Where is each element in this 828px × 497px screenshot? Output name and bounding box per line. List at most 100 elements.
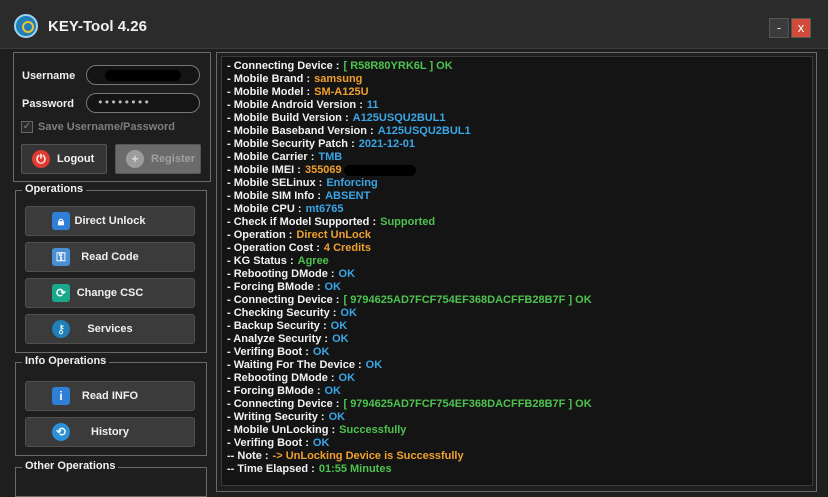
log-line: - Verifing Boot : OK <box>227 346 329 359</box>
username-label: Username <box>22 70 76 82</box>
log-label: - Analyze Security : <box>227 333 329 345</box>
log-label: - Mobile Build Version : <box>227 112 349 124</box>
log-line: - Operation Cost :4 Credits <box>227 242 371 255</box>
services-button[interactable]: ⚷ Services <box>25 314 195 344</box>
log-label: - Mobile Model : <box>227 86 311 98</box>
log-label: -- Note : <box>227 450 269 462</box>
log-value: A125USQU2BUL1 <box>352 112 446 124</box>
save-credentials-checkbox[interactable]: ✓ <box>21 121 33 133</box>
read-info-button[interactable]: i Read INFO <box>25 381 195 411</box>
power-icon: ⏻ <box>32 150 50 168</box>
log-value: [ R58R80YRK6L ] OK <box>343 60 453 72</box>
log-value: OK <box>338 268 356 280</box>
log-label: - Mobile SIM Info : <box>227 190 322 202</box>
logout-button[interactable]: ⏻ Logout <box>21 144 107 174</box>
log-line: - Mobile SIM Info : ABSENT <box>227 190 370 203</box>
log-line: - Mobile Android Version :11 <box>227 99 379 112</box>
log-line: - Rebooting DMode : OK <box>227 268 355 281</box>
services-label: Services <box>87 323 133 335</box>
log-value: 11 <box>366 99 379 111</box>
save-credentials-label: Save Username/Password <box>38 121 175 133</box>
other-operations-title: Other Operations <box>22 460 119 472</box>
operation-log[interactable]: - Connecting Device :[ R58R80YRK6L ] OK -… <box>221 56 813 486</box>
log-label: - Connecting Device : <box>227 398 340 410</box>
log-value: TMB <box>318 151 343 163</box>
log-line: - Mobile Security Patch :2021-12-01 <box>227 138 415 151</box>
log-line: - Forcing BMode : OK <box>227 385 341 398</box>
log-label: - Connecting Device : <box>227 294 340 306</box>
log-value: OK <box>324 281 342 293</box>
log-label: - Waiting For The Device : <box>227 359 362 371</box>
lock-icon: 🔒︎ <box>52 212 70 230</box>
log-line: - Mobile CPU : mt6765 <box>227 203 343 216</box>
log-value: samsung <box>314 73 363 85</box>
log-value: Agree <box>297 255 329 267</box>
log-line: -- Note : -> UnLocking Device is Successf… <box>227 450 464 463</box>
change-csc-button[interactable]: ⟳ Change CSC <box>25 278 195 308</box>
operations-title: Operations <box>22 183 87 195</box>
log-line: - Mobile Baseband Version : A125USQU2BUL1 <box>227 125 471 138</box>
log-label: - Check if Model Supported : <box>227 216 377 228</box>
log-value: OK <box>328 411 346 423</box>
log-label: - Forcing BMode : <box>227 385 321 397</box>
log-label: - Mobile CPU : <box>227 203 302 215</box>
history-label: History <box>91 426 129 438</box>
log-value: OK <box>332 333 349 345</box>
log-label: - Mobile Android Version : <box>227 99 363 111</box>
log-value: OK <box>338 372 356 384</box>
log-line: - Mobile Carrier : TMB <box>227 151 342 164</box>
log-line: - Forcing BMode : OK <box>227 281 341 294</box>
direct-unlock-button[interactable]: 🔒︎ Direct Unlock <box>25 206 195 236</box>
close-button[interactable]: x <box>791 18 811 38</box>
read-code-button[interactable]: ⚿ Read Code <box>25 242 195 272</box>
log-value: ABSENT <box>325 190 371 202</box>
log-value: Supported <box>380 216 436 228</box>
log-label: -- Time Elapsed : <box>227 463 315 475</box>
log-label: - Rebooting DMode : <box>227 372 335 384</box>
log-line: - Checking Security : OK <box>227 307 357 320</box>
log-line: - Writing Security : OK <box>227 411 345 424</box>
log-label: - Writing Security : <box>227 411 325 423</box>
log-value: [ 9794625AD7FCF754EF368DACFFB28B7F ] OK <box>343 294 592 306</box>
log-line: - Mobile SELinux : Enforcing <box>227 177 378 190</box>
username-field[interactable] <box>86 65 200 85</box>
log-value: 355069 <box>304 164 342 176</box>
log-value: 01:55 Minutes <box>318 463 392 475</box>
log-value: OK <box>330 320 348 332</box>
read-info-label: Read INFO <box>81 390 139 402</box>
log-value: Successfully <box>339 424 407 436</box>
log-value: mt6765 <box>305 203 344 215</box>
log-label: - Mobile SELinux : <box>227 177 323 189</box>
password-label: Password <box>22 98 74 110</box>
log-label: - Verifing Boot : <box>227 437 309 449</box>
app-logo-icon <box>14 14 38 38</box>
key-code-icon: ⚿ <box>52 248 70 266</box>
log-value: SM-A125U <box>314 86 369 98</box>
log-line: - Mobile IMEI :355069 <box>227 164 416 177</box>
user-add-icon: + <box>126 150 144 168</box>
log-line: - Connecting Device :[ 9794625AD7FCF754E… <box>227 294 592 307</box>
password-field[interactable]: •••••••• <box>86 93 200 113</box>
log-line: - Waiting For The Device : OK <box>227 359 382 372</box>
redacted-username <box>105 70 181 81</box>
log-label: - Checking Security : <box>227 307 337 319</box>
register-button[interactable]: + Register <box>115 144 201 174</box>
info-operations-title: Info Operations <box>22 355 110 367</box>
history-button[interactable]: ⟲ History <box>25 417 195 447</box>
log-line: -- Time Elapsed :01:55 Minutes <box>227 463 392 476</box>
change-csc-label: Change CSC <box>76 287 144 299</box>
log-label: - Rebooting DMode : <box>227 268 335 280</box>
log-line: - Backup Security : OK <box>227 320 347 333</box>
log-line: - Mobile Model : SM-A125U <box>227 86 369 99</box>
minimize-button[interactable]: - <box>769 18 789 38</box>
log-label: - Connecting Device : <box>227 60 340 72</box>
log-line: - Mobile UnLocking : Successfully <box>227 424 406 437</box>
log-line: - Operation : Direct UnLock <box>227 229 371 242</box>
log-label: - Mobile UnLocking : <box>227 424 336 436</box>
log-line: - Connecting Device :[ 9794625AD7FCF754E… <box>227 398 592 411</box>
history-icon: ⟲ <box>52 423 70 441</box>
title-bar: KEY-Tool 4.26 - x <box>0 0 828 49</box>
log-line: - Analyze Security : OK <box>227 333 349 346</box>
log-line: - Connecting Device :[ R58R80YRK6L ] OK <box>227 60 453 73</box>
log-label: - Operation Cost : <box>227 242 320 254</box>
